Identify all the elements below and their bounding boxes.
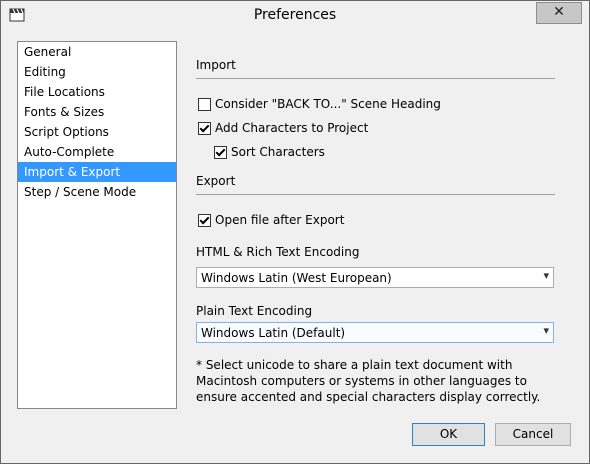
category-list[interactable]: General Editing File Locations Fonts & Size… bbox=[17, 41, 177, 409]
category-item[interactable]: Editing bbox=[18, 62, 176, 82]
add-characters-checkbox[interactable] bbox=[198, 121, 211, 135]
html-encoding-label: HTML & Rich Text Encoding bbox=[196, 245, 360, 259]
html-encoding-value: Windows Latin (West European) bbox=[201, 271, 392, 285]
import-heading: Import bbox=[196, 58, 236, 72]
dialog-content: General Editing File Locations Fonts & Size… bbox=[9, 31, 582, 455]
sort-characters-option[interactable]: Sort Characters bbox=[214, 145, 325, 159]
category-item[interactable]: Step / Scene Mode bbox=[18, 182, 176, 202]
sort-characters-checkbox[interactable] bbox=[214, 145, 227, 159]
export-separator bbox=[196, 194, 555, 195]
category-item[interactable]: Import & Export bbox=[18, 162, 176, 182]
open-after-export-label: Open file after Export bbox=[215, 213, 345, 227]
category-item[interactable]: Fonts & Sizes bbox=[18, 102, 176, 122]
category-item[interactable]: File Locations bbox=[18, 82, 176, 102]
plain-encoding-label: Plain Text Encoding bbox=[196, 304, 313, 318]
category-item[interactable]: Auto-Complete bbox=[18, 142, 176, 162]
sort-characters-label: Sort Characters bbox=[231, 145, 325, 159]
title-bar[interactable]: Preferences ✕ bbox=[1, 1, 589, 31]
chevron-down-icon: ▾ bbox=[543, 269, 549, 282]
ok-button[interactable]: OK bbox=[412, 423, 485, 446]
close-button[interactable]: ✕ bbox=[536, 2, 582, 24]
consider-back-to-checkbox[interactable] bbox=[198, 97, 211, 111]
import-separator bbox=[196, 78, 555, 79]
export-heading: Export bbox=[196, 174, 236, 188]
category-item[interactable]: General bbox=[18, 42, 176, 62]
open-after-export-checkbox[interactable] bbox=[198, 213, 211, 227]
category-item[interactable]: Script Options bbox=[18, 122, 176, 142]
add-characters-label: Add Characters to Project bbox=[215, 121, 369, 135]
encoding-note: * Select unicode to share a plain text d… bbox=[196, 358, 541, 404]
plain-encoding-value: Windows Latin (Default) bbox=[201, 326, 346, 340]
consider-back-to-label: Consider "BACK TO..." Scene Heading bbox=[215, 97, 441, 111]
cancel-button[interactable]: Cancel bbox=[495, 423, 571, 446]
chevron-down-icon: ▾ bbox=[543, 324, 549, 337]
open-after-export-option[interactable]: Open file after Export bbox=[198, 213, 344, 227]
close-icon: ✕ bbox=[553, 4, 565, 20]
add-characters-option[interactable]: Add Characters to Project bbox=[198, 121, 368, 135]
preferences-window: Preferences ✕ General Editing File Locatio… bbox=[0, 0, 590, 464]
window-title: Preferences bbox=[253, 7, 337, 23]
html-encoding-select[interactable]: Windows Latin (West European) ▾ bbox=[196, 267, 554, 288]
plain-encoding-select[interactable]: Windows Latin (Default) ▾ bbox=[196, 322, 554, 343]
consider-back-to-option[interactable]: Consider "BACK TO..." Scene Heading bbox=[198, 97, 441, 111]
